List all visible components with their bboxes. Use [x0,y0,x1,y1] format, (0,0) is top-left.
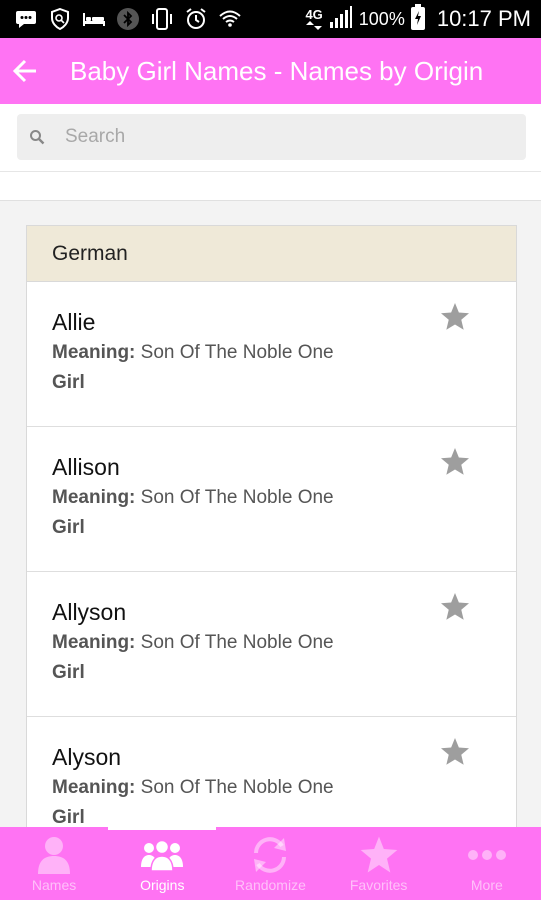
name-title: Allyson [52,599,127,625]
meaning-value: Son Of The Noble One [140,342,334,363]
arrow-left-icon [12,59,36,83]
name-gender: Girl [52,807,85,827]
search-icon [17,114,57,160]
more-icon [467,835,507,875]
meaning-value: Son Of The Noble One [140,777,334,798]
list-item[interactable]: Alyson Meaning: Son Of The Noble One Gir… [27,717,516,827]
nav-more[interactable]: More [433,827,541,900]
name-meaning: Meaning: Son Of The Noble One [52,342,334,364]
battery-icon [410,3,425,35]
vibrate-icon [150,7,174,31]
alarm-icon [184,7,208,31]
status-bar: 4G 100% 10:17 PM [0,0,541,38]
name-gender: Girl [52,517,85,538]
refresh-icon [250,835,290,875]
star-icon [441,738,469,765]
origin-group-card: German Allie Meaning: Son Of The Noble O… [26,225,517,827]
meaning-label: Meaning: [52,342,136,363]
signal-icon [329,5,353,34]
name-title: Allie [52,309,96,335]
nav-origins[interactable]: Origins [108,827,217,900]
origin-header: German [27,226,516,282]
meaning-label: Meaning: [52,632,136,653]
star-icon [441,303,469,330]
wifi-icon [218,7,242,31]
page-title: Baby Girl Names - Names by Origin [70,55,484,86]
search-bar [0,104,541,172]
favorite-button[interactable] [438,445,472,479]
name-meaning: Meaning: Son Of The Noble One [52,632,334,654]
name-meaning: Meaning: Son Of The Noble One [52,487,334,509]
names-list-container[interactable]: German Allie Meaning: Son Of The Noble O… [0,200,541,827]
nav-label: Origins [140,877,185,893]
lte-icon: 4G [305,7,323,30]
bottom-nav: Names Origins Randomize Favorites More [0,827,541,900]
nav-randomize[interactable]: Randomize [216,827,324,900]
name-meaning: Meaning: Son Of The Noble One [52,777,334,799]
list-item[interactable]: Allie Meaning: Son Of The Noble One Girl [27,282,516,427]
back-button[interactable] [0,38,50,104]
star-icon [441,448,469,475]
list-item[interactable]: Allison Meaning: Son Of The Noble One Gi… [27,427,516,572]
bluetooth-icon [116,7,140,31]
app-bar: Baby Girl Names - Names by Origin [0,38,541,104]
active-tab-indicator [108,827,217,830]
battery-percent: 100% [358,8,405,29]
name-title: Allison [52,454,120,480]
nav-label: More [470,877,503,893]
meaning-label: Meaning: [52,777,136,798]
star-icon [441,593,469,620]
search-box[interactable] [17,114,526,160]
network-type: 4G [305,7,323,22]
nav-favorites[interactable]: Favorites [325,827,433,900]
clock: 10:17 PM [436,6,531,31]
star-icon [359,835,399,875]
status-icons-left [14,6,242,32]
nav-label: Favorites [349,877,408,893]
nav-label: Names [31,877,77,893]
favorite-button[interactable] [438,300,472,334]
meaning-label: Meaning: [52,487,136,508]
favorite-button[interactable] [438,590,472,624]
nav-label: Randomize [235,877,306,893]
group-icon [140,835,184,875]
search-input[interactable] [65,126,505,148]
person-icon [36,835,72,875]
meaning-value: Son Of The Noble One [140,487,334,508]
meaning-value: Son Of The Noble One [140,632,334,653]
nav-names[interactable]: Names [0,827,108,900]
bed-icon [82,7,106,31]
favorite-button[interactable] [438,735,472,769]
name-gender: Girl [52,372,85,393]
name-title: Alyson [52,744,122,770]
status-icons-right: 4G 100% 10:17 PM [305,0,531,38]
list-item[interactable]: Allyson Meaning: Son Of The Noble One Gi… [27,572,516,717]
name-gender: Girl [52,662,85,683]
message-icon [14,7,38,31]
shield-icon [48,7,72,31]
